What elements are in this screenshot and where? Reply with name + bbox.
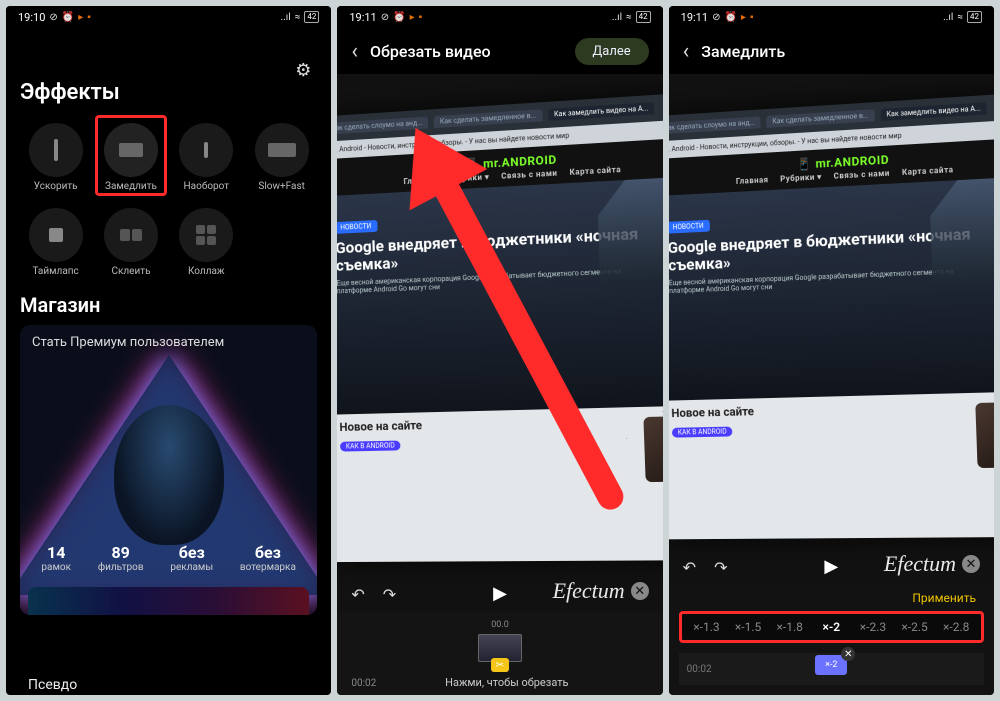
battery-icon: 42 <box>967 11 982 23</box>
speed-option[interactable]: ×-1.5 <box>727 620 769 634</box>
stat-frames: 14рамок <box>41 543 71 573</box>
video-preview: Как сделать слоумо на анд... Как сделать… <box>669 74 994 585</box>
clock: 19:10 <box>18 11 45 24</box>
speed-selector: ×-1.3 ×-1.5 ×-1.8 ×-2 ×-2.3 ×-2.5 ×-2.8 <box>679 611 984 643</box>
speed-chip[interactable]: ×-2 ✕ <box>815 655 847 675</box>
page-title: Обрезать видео <box>370 42 563 61</box>
signal-icon: ..ıl <box>281 12 291 23</box>
effect-collage[interactable]: Коллаж <box>171 200 242 281</box>
battery-icon: 42 <box>304 11 319 23</box>
clock: 19:11 <box>349 11 376 24</box>
back-icon[interactable]: ‹ <box>351 39 358 64</box>
video-preview: Как сделать слоумо на анд... Как сделать… <box>337 74 662 612</box>
speed-option[interactable]: ×-1.8 <box>769 620 811 634</box>
app-icon: ▸ <box>741 12 746 23</box>
undo-redo-controls: ↶ ↷ <box>351 585 396 604</box>
alarm-icon: ⏰ <box>393 12 405 23</box>
speed-option[interactable]: ×-2.5 <box>894 620 936 634</box>
speed-option[interactable]: ×-2.8 <box>935 620 977 634</box>
timestamp-center: 00.0 <box>351 620 648 630</box>
play-icon[interactable]: ▶ <box>824 556 838 577</box>
screenshot-1-effects: 19:10 ⊘ ⏰ ▸ ▪ ..ıl ≈ 42 ⚙ Эффекты Ускори… <box>6 6 331 695</box>
screenshot-2-trim: 19:11 ⊘ ⏰ ▸ ▪ ..ıl ≈ 42 ‹ Обрезать видео… <box>337 6 662 695</box>
play-icon[interactable]: ▶ <box>493 583 507 604</box>
stat-nowatermark: безвотермарка <box>240 543 296 573</box>
remove-chip-icon[interactable]: ✕ <box>841 647 855 661</box>
speed-option[interactable]: ×-2.3 <box>852 620 894 634</box>
app-icon: ▸ <box>410 12 415 23</box>
store-title: Магазин <box>20 293 317 317</box>
signal-icon: ..ıl <box>612 12 622 23</box>
dnd-icon: ⊘ <box>381 12 389 23</box>
stat-filters: 89фильтров <box>98 543 144 573</box>
timeline-track[interactable]: 00:02 ×-2 ✕ <box>679 653 984 685</box>
recorded-website: Как сделать слоумо на анд... Как сделать… <box>337 91 662 562</box>
apply-button[interactable]: Применить <box>679 591 984 605</box>
wifi-icon: ≈ <box>295 12 301 23</box>
effect-reverse[interactable]: Наоборот <box>171 115 242 196</box>
effect-timelapse[interactable]: Таймлапс <box>20 200 91 281</box>
app-icon: ▸ <box>78 12 83 23</box>
next-button[interactable]: Далее <box>575 38 649 65</box>
undo-icon[interactable]: ↶ <box>683 558 696 577</box>
page-title: Замедлить <box>701 42 980 61</box>
app-watermark[interactable]: Efectum✕ <box>884 551 980 577</box>
header: ‹ Обрезать видео Далее <box>337 28 662 74</box>
status-bar: 19:10 ⊘ ⏰ ▸ ▪ ..ıl ≈ 42 <box>6 6 331 28</box>
settings-icon[interactable]: ⚙ <box>295 60 311 81</box>
app-icon: ▪ <box>87 12 91 23</box>
app-watermark[interactable]: Efectum✕ <box>553 578 649 604</box>
effects-grid: Ускорить Замедлить Наоборот Slow+Fast Та… <box>20 115 317 281</box>
signal-icon: ..ıl <box>943 12 953 23</box>
premium-gradient-bar <box>28 587 309 615</box>
screenshot-3-slowdown: 19:11 ⊘ ⏰ ▸ ▪ ..ıl ≈ 42 ‹ Замедлить Как … <box>669 6 994 695</box>
clock: 19:11 <box>681 11 708 24</box>
premium-card[interactable]: Стать Премиум пользователем 14рамок 89фи… <box>20 325 317 615</box>
speed-panel: Применить ×-1.3 ×-1.5 ×-1.8 ×-2 ×-2.3 ×-… <box>669 585 994 695</box>
app-icon: ▪ <box>419 12 423 23</box>
status-bar: 19:11 ⊘ ⏰ ▸ ▪ ..ıl ≈ 42 <box>669 6 994 28</box>
stat-noads: безрекламы <box>170 543 213 573</box>
app-icon: ▪ <box>750 12 754 23</box>
trim-caption: Нажми, чтобы обрезать <box>445 676 568 689</box>
recorded-website: Как сделать слоумо на анд... Как сделать… <box>669 92 994 540</box>
wifi-icon: ≈ <box>626 12 632 23</box>
close-watermark-icon: ✕ <box>631 582 649 600</box>
duration-label: 00:02 <box>351 678 376 689</box>
redo-icon[interactable]: ↷ <box>383 585 396 604</box>
close-watermark-icon: ✕ <box>962 555 980 573</box>
status-bar: 19:11 ⊘ ⏰ ▸ ▪ ..ıl ≈ 42 <box>337 6 662 28</box>
alarm-icon: ⏰ <box>724 12 736 23</box>
premium-face-image <box>114 405 224 545</box>
speed-option-selected[interactable]: ×-2 <box>811 620 853 634</box>
alarm-icon: ⏰ <box>62 12 74 23</box>
start-time: 00:02 <box>687 664 712 675</box>
premium-label: Стать Премиум пользователем <box>32 335 305 350</box>
effect-slowdown[interactable]: Замедлить <box>95 115 166 196</box>
effect-speedup[interactable]: Ускорить <box>20 115 91 196</box>
wifi-icon: ≈ <box>957 12 963 23</box>
dnd-icon: ⊘ <box>712 12 720 23</box>
dnd-icon: ⊘ <box>49 12 57 23</box>
trim-handle-icon[interactable]: ✂ <box>491 658 509 672</box>
back-icon[interactable]: ‹ <box>683 39 690 64</box>
battery-icon: 42 <box>636 11 651 23</box>
trim-panel: 00.0 ✂ 00:02 Нажми, чтобы обрезать 00 <box>337 612 662 695</box>
effects-title: Эффекты <box>20 80 317 105</box>
effect-slowfast[interactable]: Slow+Fast <box>246 115 317 196</box>
pseudo-label: Псевдо <box>28 677 77 693</box>
undo-redo-controls: ↶ ↷ <box>683 558 728 577</box>
speed-option[interactable]: ×-1.3 <box>686 620 728 634</box>
redo-icon[interactable]: ↷ <box>714 558 727 577</box>
undo-icon[interactable]: ↶ <box>351 585 364 604</box>
header: ‹ Замедлить <box>669 28 994 74</box>
effect-merge[interactable]: Склеить <box>95 200 166 281</box>
